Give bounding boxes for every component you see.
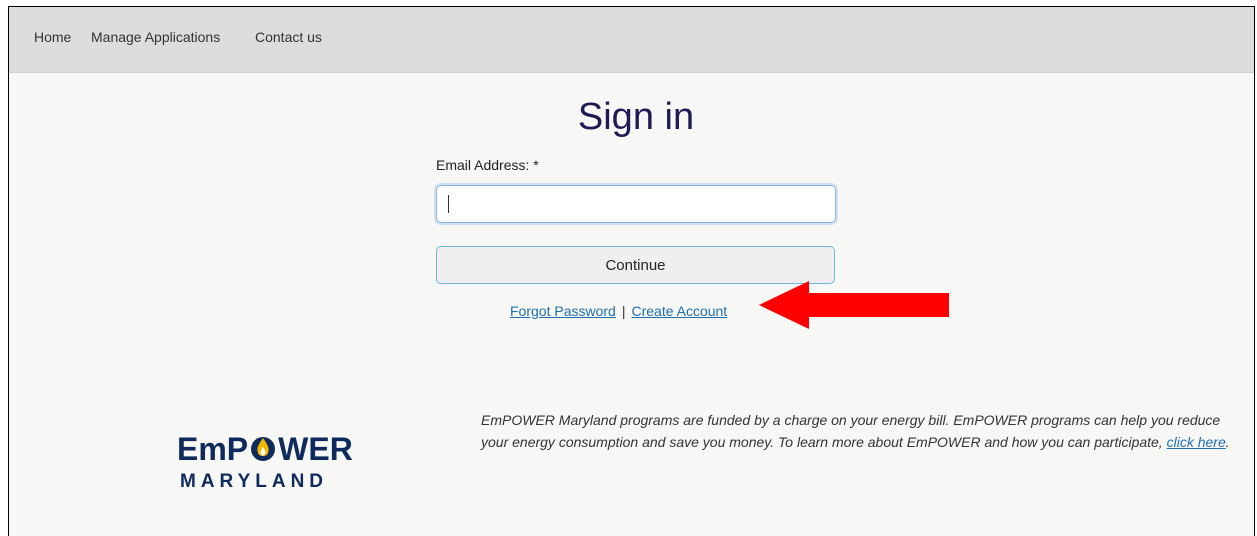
program-info-text: EmPOWER Maryland programs are funded by … (481, 412, 1230, 450)
logo-wordmark: EmP WER (177, 431, 353, 467)
create-account-link[interactable]: Create Account (631, 303, 727, 319)
nav-manage-applications-link[interactable]: Manage Applications (91, 29, 220, 45)
forgot-password-link[interactable]: Forgot Password (510, 303, 616, 319)
red-arrow-icon (759, 281, 949, 329)
text-cursor (448, 195, 449, 213)
logo-state-text: MARYLAND (180, 471, 329, 492)
flame-o-icon (251, 437, 276, 461)
link-separator: | (621, 303, 626, 319)
continue-button[interactable]: Continue (436, 246, 835, 284)
page-frame: Home Manage Applications Contact us Sign… (8, 6, 1255, 536)
nav-home-link[interactable]: Home (34, 29, 71, 45)
top-nav: Home Manage Applications Contact us (9, 7, 1254, 73)
email-input[interactable] (436, 185, 836, 223)
click-here-link[interactable]: click here (1167, 434, 1226, 450)
nav-contact-us-link[interactable]: Contact us (255, 29, 322, 45)
email-label: Email Address: * (436, 157, 539, 173)
page-title: Sign in (577, 96, 695, 138)
account-links: Forgot Password | Create Account (510, 303, 727, 319)
empower-maryland-logo: EmP WER MARYLAND (177, 431, 367, 501)
